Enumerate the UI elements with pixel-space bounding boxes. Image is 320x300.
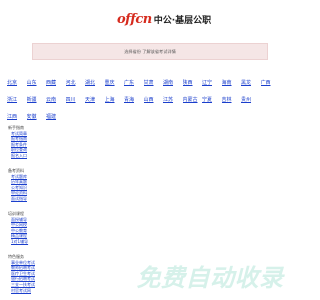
province-link[interactable]: 重庆	[105, 79, 125, 86]
province-link[interactable]: 青海	[124, 96, 144, 103]
section-link[interactable]: 报名入口	[8, 153, 88, 159]
province-link[interactable]: 天津	[85, 96, 105, 103]
province-link[interactable]: 广东	[124, 79, 144, 86]
province-link[interactable]: 北京	[7, 79, 27, 86]
section-training-courses: 培训课程 面授辅导 中公网校 中公教育 精品课程 1对1辅导	[8, 211, 88, 245]
province-link[interactable]: 陕西	[183, 79, 203, 86]
offcn-logo-mark: offcn	[117, 11, 152, 27]
province-link[interactable]: 山西	[144, 96, 164, 103]
province-selection-banner: 选择省份 了解该省考试详情	[32, 43, 268, 60]
watermark-text: 免费自动收录	[136, 263, 284, 292]
province-links: 北京 山东 西藏 河北 湖北 重庆 广东 甘肃 湖南 陕西 辽宁 海南 黑龙 广…	[7, 74, 293, 125]
province-link[interactable]: 湖北	[85, 79, 105, 86]
province-link[interactable]: 福建	[46, 113, 66, 120]
province-link[interactable]: 西藏	[46, 79, 66, 86]
province-link[interactable]: 四川	[66, 96, 86, 103]
province-link[interactable]: 新疆	[27, 96, 47, 103]
site-logo[interactable]: offcn 中公·基层公职	[117, 11, 211, 27]
province-link[interactable]: 宁夏	[202, 96, 222, 103]
province-link[interactable]: 海南	[222, 79, 242, 86]
section-link[interactable]: 1对1辅导	[8, 239, 88, 245]
province-link[interactable]: 辽宁	[202, 79, 222, 86]
site-name: 中公·基层公职	[153, 15, 212, 26]
section-link[interactable]: 面试指导	[8, 196, 88, 202]
province-link[interactable]: 吉林	[222, 96, 242, 103]
province-row: 江西 安徽 福建	[7, 108, 293, 125]
province-link[interactable]: 江苏	[163, 96, 183, 103]
province-link[interactable]: 河北	[66, 79, 86, 86]
banner-text: 选择省份 了解该省考试详情	[124, 48, 176, 54]
province-link[interactable]: 浙江	[7, 96, 27, 103]
province-link[interactable]: 云南	[46, 96, 66, 103]
watermark: 免费自动收录	[122, 259, 298, 292]
province-link[interactable]: 甘肃	[144, 79, 164, 86]
province-row: 浙江 新疆 云南 四川 天津 上海 青海 山西 江苏 内蒙古 宁夏 吉林 贵州	[7, 91, 293, 108]
province-link[interactable]: 湖南	[163, 79, 183, 86]
province-link[interactable]: 安徽	[27, 113, 47, 120]
province-link[interactable]: 上海	[105, 96, 125, 103]
section-beginner-guide: 新手指南 考试简章 报考指南 报考条件 职位查询 报名入口	[8, 125, 88, 159]
province-link[interactable]: 山东	[27, 79, 47, 86]
province-link[interactable]: 黑龙	[241, 79, 261, 86]
province-link[interactable]: 江西	[7, 113, 27, 120]
section-special-services: 特色服务 事业单位考试 教师招聘考试 医疗卫生考试 银行招聘考试 三支一扶考试 …	[8, 254, 88, 293]
province-link[interactable]: 内蒙古	[183, 96, 203, 103]
province-link[interactable]: 贵州	[241, 96, 261, 103]
province-row: 北京 山东 西藏 河北 湖北 重庆 广东 甘肃 湖南 陕西 辽宁 海南 黑龙 广…	[7, 74, 293, 91]
section-study-materials: 备考资料 考试题库 历年真题 公考知识 申论资料 面试指导	[8, 168, 88, 202]
section-link[interactable]: 村官考试网	[8, 288, 88, 294]
province-link[interactable]: 广西	[261, 79, 281, 86]
